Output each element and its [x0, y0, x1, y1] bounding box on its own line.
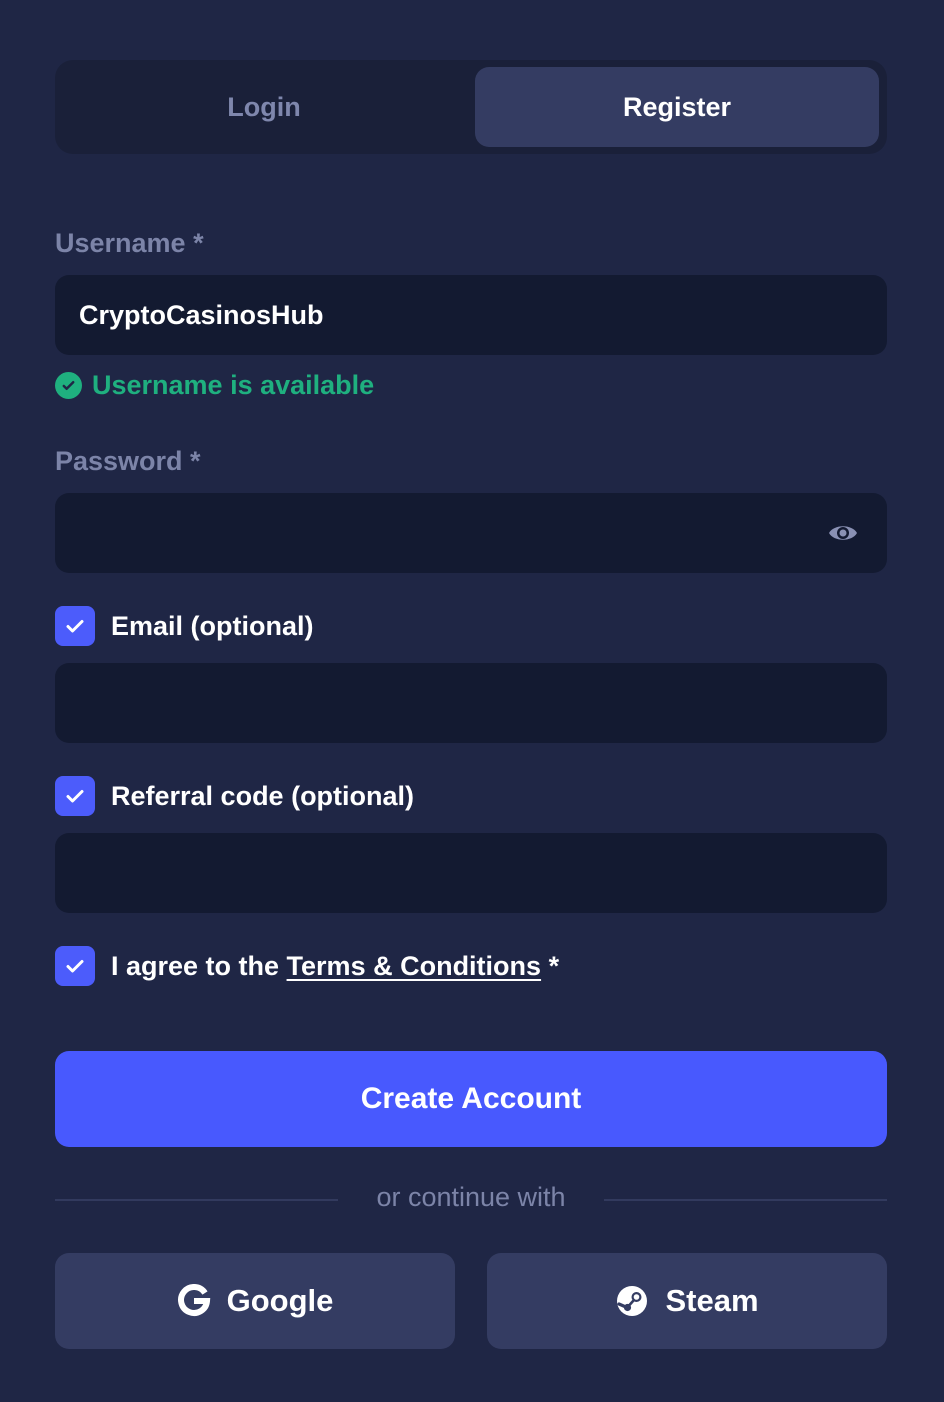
- steam-label: Steam: [665, 1283, 759, 1318]
- tab-register[interactable]: Register: [475, 67, 879, 147]
- terms-agreement: I agree to the Terms & Conditions *: [55, 946, 559, 986]
- create-account-button[interactable]: Create Account: [55, 1051, 887, 1147]
- terms-checkbox[interactable]: [55, 946, 95, 986]
- google-label: Google: [226, 1283, 334, 1318]
- register-form: Login Register Username * CryptoCasinosH…: [0, 0, 944, 1402]
- tab-login[interactable]: Login: [62, 67, 466, 147]
- terms-text: I agree to the Terms & Conditions *: [111, 951, 559, 982]
- email-input[interactable]: [55, 663, 887, 743]
- steam-login-button[interactable]: Steam: [487, 1253, 887, 1349]
- username-label: Username *: [55, 228, 204, 258]
- check-circle-icon: [55, 371, 82, 399]
- google-login-button[interactable]: Google: [55, 1253, 455, 1349]
- checkmark-icon: [66, 620, 84, 633]
- steam-icon: [617, 1286, 648, 1316]
- referral-toggle: Referral code (optional): [55, 776, 414, 816]
- email-checkbox[interactable]: [55, 606, 95, 646]
- referral-label: Referral code (optional): [111, 780, 415, 811]
- referral-checkbox[interactable]: [55, 776, 95, 816]
- email-toggle: Email (optional): [55, 606, 314, 646]
- username-status: Username is available: [55, 368, 374, 402]
- divider-line-left: [55, 1199, 338, 1201]
- username-input[interactable]: CryptoCasinosHub: [55, 275, 887, 355]
- eye-icon[interactable]: [827, 519, 859, 547]
- divider-text: or continue with: [376, 1182, 566, 1212]
- terms-prefix: I agree to the: [111, 950, 287, 981]
- password-input[interactable]: [55, 493, 887, 573]
- google-icon: [177, 1284, 210, 1316]
- divider-line-right: [604, 1199, 887, 1201]
- username-value: CryptoCasinosHub: [79, 299, 324, 330]
- checkmark-icon: [66, 790, 84, 803]
- referral-input[interactable]: [55, 833, 887, 913]
- password-label: Password *: [55, 446, 201, 476]
- email-label: Email (optional): [111, 610, 314, 641]
- checkmark-icon: [66, 960, 84, 973]
- terms-link[interactable]: Terms & Conditions: [287, 951, 542, 981]
- auth-tabs: Login Register: [55, 60, 887, 154]
- terms-suffix: *: [541, 950, 560, 981]
- username-status-text: Username is available: [92, 369, 375, 400]
